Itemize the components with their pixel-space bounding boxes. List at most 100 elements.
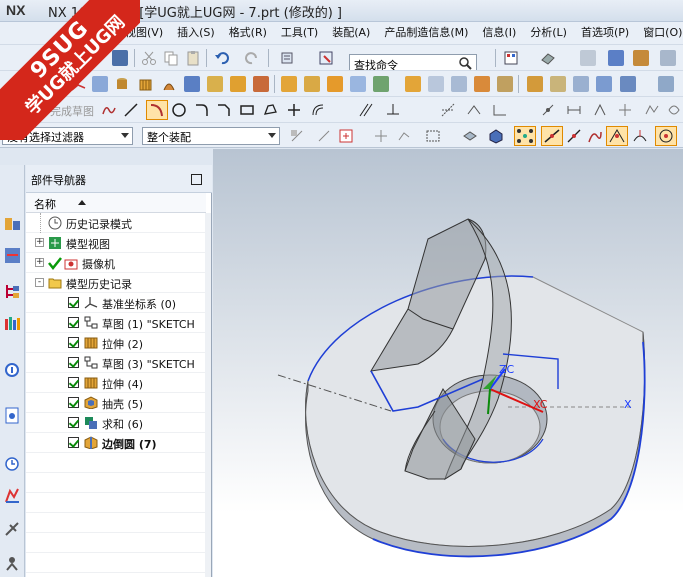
revolve-icon[interactable]: [161, 76, 177, 92]
tree-row-sketch-1[interactable]: 草图 (1) "SKETCH: [26, 313, 206, 333]
redo-icon[interactable]: [244, 50, 260, 66]
feature-visible-checkbox[interactable]: [68, 357, 79, 368]
select-solid-icon[interactable]: [488, 128, 504, 144]
constraint-icon[interactable]: [540, 102, 556, 118]
menu-format[interactable]: 格式(R): [222, 22, 274, 44]
layer-icon[interactable]: [660, 50, 676, 66]
tangent-snap-icon[interactable]: [632, 128, 648, 144]
menu-analysis[interactable]: 分析(L): [523, 22, 574, 44]
end-point-snap-icon[interactable]: [514, 126, 536, 146]
line-icon[interactable]: [123, 102, 139, 118]
graphics-window[interactable]: ZC XC X: [213, 149, 683, 577]
expand-icon[interactable]: +: [35, 258, 44, 267]
subtract-icon[interactable]: [373, 76, 389, 92]
derived-line-icon[interactable]: [358, 102, 374, 118]
name-column-header[interactable]: 名称: [26, 193, 206, 213]
hole-icon[interactable]: [184, 76, 200, 92]
navigator-scrollbar[interactable]: [205, 213, 211, 577]
edge-blend-icon[interactable]: [281, 76, 297, 92]
alternate-solution-icon[interactable]: [666, 102, 682, 118]
pad-icon[interactable]: [253, 76, 269, 92]
select-body-icon[interactable]: [462, 128, 478, 144]
tree-row-unite-6[interactable]: 求和 (6): [26, 413, 206, 433]
feature-visible-checkbox[interactable]: [68, 437, 79, 448]
shaded-view-icon[interactable]: [633, 50, 649, 66]
sort-ascending-icon[interactable]: [78, 200, 86, 205]
pattern-icon[interactable]: [327, 76, 343, 92]
studio-spline-icon[interactable]: [101, 102, 117, 118]
iso-view-icon[interactable]: [608, 50, 624, 66]
show-constraints-icon[interactable]: [617, 102, 633, 118]
offset-face-icon[interactable]: [497, 76, 513, 92]
part-model-view[interactable]: ZC XC X: [213, 149, 683, 577]
rectangle-select-icon[interactable]: [425, 128, 441, 144]
select-feature-icon[interactable]: [338, 128, 354, 144]
assembly-navigator-icon[interactable]: [4, 215, 21, 232]
csys-icon[interactable]: [70, 76, 86, 92]
surface-icon[interactable]: [527, 76, 543, 92]
undo-icon[interactable]: [214, 50, 230, 66]
menu-preferences[interactable]: 首选项(P): [574, 22, 636, 44]
pick-point-icon[interactable]: [373, 128, 389, 144]
pocket-icon[interactable]: [230, 76, 246, 92]
general-selection-icon[interactable]: [289, 128, 305, 144]
circle-icon[interactable]: [171, 102, 187, 118]
reuse-library-icon[interactable]: [4, 315, 21, 332]
cut-icon[interactable]: [141, 50, 157, 66]
rectangle-icon[interactable]: [239, 102, 255, 118]
check-icon[interactable]: [48, 256, 62, 271]
view-menu-icon[interactable]: [503, 50, 519, 66]
tree-row-model-views[interactable]: + 模型视图: [26, 233, 206, 253]
auto-constraint-icon[interactable]: [592, 102, 608, 118]
feature-visible-checkbox[interactable]: [68, 317, 79, 328]
quick-extend-icon[interactable]: [466, 102, 482, 118]
curve-snap-icon[interactable]: [587, 128, 603, 144]
part-navigator-icon[interactable]: [4, 283, 21, 300]
tree-row-history-mode[interactable]: 历史记录模式: [26, 213, 206, 233]
feature-visible-checkbox[interactable]: [68, 337, 79, 348]
collapse-icon[interactable]: -: [35, 278, 44, 287]
patch-icon[interactable]: [620, 76, 636, 92]
more-features-icon[interactable]: [658, 76, 674, 92]
constraint-navigator-icon[interactable]: [4, 247, 21, 264]
project-curve-icon[interactable]: [385, 102, 401, 118]
history-icon[interactable]: [4, 455, 21, 472]
offset-curve-icon[interactable]: [310, 102, 326, 118]
tree-row-shell-5[interactable]: 抽壳 (5): [26, 393, 206, 413]
dimension-icon[interactable]: [566, 102, 582, 118]
web-browser-icon[interactable]: [4, 361, 21, 378]
trim-body-icon[interactable]: [428, 76, 444, 92]
make-corner-icon[interactable]: [492, 102, 508, 118]
tree-row-extrude-2[interactable]: 拉伸 (2): [26, 333, 206, 353]
tree-row-edge-blend-7[interactable]: 边倒圆 (7): [26, 433, 206, 453]
menu-information[interactable]: 信息(I): [475, 22, 523, 44]
draft-icon[interactable]: [474, 76, 490, 92]
mid-point-snap-icon[interactable]: [541, 126, 563, 146]
copy-icon[interactable]: [163, 50, 179, 66]
render-style-icon[interactable]: [540, 50, 556, 66]
point-icon[interactable]: [286, 102, 302, 118]
repeat-command-icon[interactable]: [279, 50, 295, 66]
background-icon[interactable]: [580, 50, 596, 66]
unite-icon[interactable]: [350, 76, 366, 92]
tree-row-camera[interactable]: + 摄像机: [26, 253, 206, 273]
touch-mode-icon[interactable]: [318, 50, 334, 66]
arc-center-snap-icon[interactable]: [655, 126, 677, 146]
menu-view[interactable]: 视图(V): [118, 22, 170, 44]
role-icon[interactable]: [4, 555, 21, 572]
snap-point-icon[interactable]: [316, 128, 332, 144]
arc-icon[interactable]: [146, 100, 168, 120]
point-on-curve-icon[interactable]: [566, 128, 582, 144]
animate-dimension-icon[interactable]: [644, 102, 660, 118]
menu-insert[interactable]: 插入(S): [170, 22, 222, 44]
tree-row-extrude-4[interactable]: 拉伸 (4): [26, 373, 206, 393]
chamfer-sketch-icon[interactable]: [216, 102, 232, 118]
fillet-icon[interactable]: [194, 102, 210, 118]
history-palette-icon[interactable]: [4, 407, 21, 424]
tree-row-model-history[interactable]: - 模型历史记录: [26, 273, 206, 293]
type-filter-select[interactable]: 没有选择过滤器: [2, 127, 133, 145]
split-body-icon[interactable]: [451, 76, 467, 92]
quick-trim-icon[interactable]: [440, 102, 456, 118]
swept-icon[interactable]: [550, 76, 566, 92]
feature-visible-checkbox[interactable]: [68, 397, 79, 408]
